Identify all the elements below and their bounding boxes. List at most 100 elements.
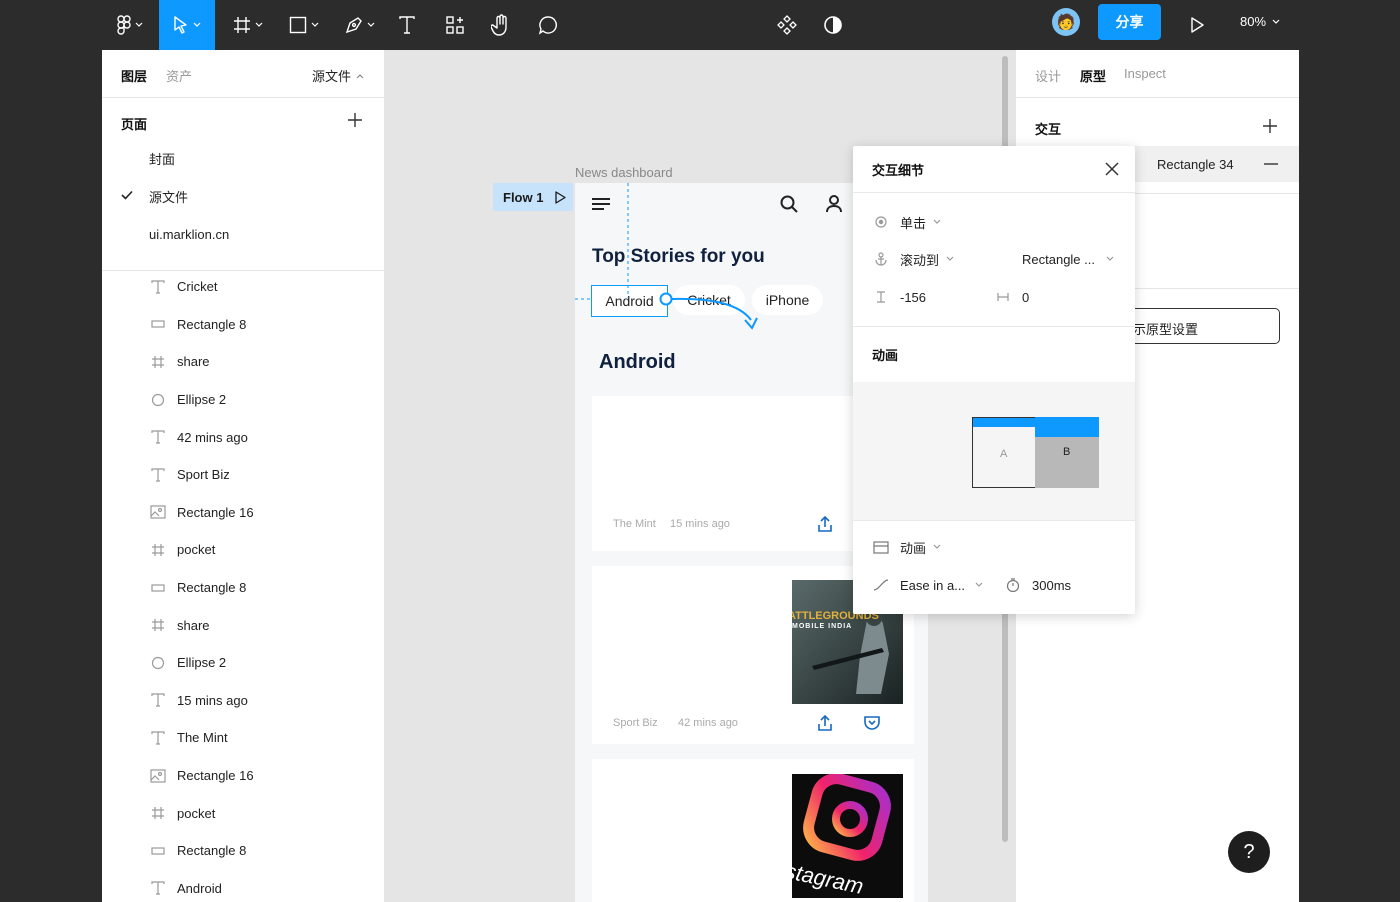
- page-item-marklion[interactable]: ui.marklion.cn: [102, 215, 384, 253]
- layer-row[interactable]: share: [102, 343, 384, 381]
- layer-row[interactable]: Rectangle 16: [102, 494, 384, 532]
- offset-x-input[interactable]: 0: [1022, 290, 1029, 305]
- share-button[interactable]: 分享: [1098, 4, 1161, 40]
- tab-inspect[interactable]: Inspect: [1124, 66, 1166, 81]
- timer-icon: [1006, 578, 1020, 592]
- destination-dropdown[interactable]: Rectangle ...: [1022, 252, 1095, 267]
- remove-interaction-icon[interactable]: [1264, 163, 1278, 165]
- layer-row[interactable]: Rectangle 8: [102, 569, 384, 607]
- trigger-label: 单击: [900, 215, 927, 231]
- layer-row[interactable]: 42 mins ago: [102, 418, 384, 456]
- shape-tool-button[interactable]: [282, 0, 326, 50]
- trigger-dropdown[interactable]: 单击: [853, 204, 1135, 240]
- layer-row[interactable]: The Mint: [102, 719, 384, 757]
- layer-label: Rectangle 8: [177, 580, 247, 596]
- action-dropdown[interactable]: 滚动到: [900, 250, 939, 269]
- trigger-click-icon: [875, 216, 887, 228]
- add-page-icon[interactable]: [347, 112, 363, 128]
- layer-row[interactable]: Cricket: [102, 268, 384, 306]
- page-label: 源文件: [149, 189, 189, 205]
- tab-design[interactable]: 设计: [1035, 66, 1061, 85]
- layer-row[interactable]: Android: [102, 870, 384, 902]
- animation-type-dropdown[interactable]: 动画: [853, 529, 1135, 565]
- chevron-down-icon: [135, 22, 143, 28]
- easing-dropdown[interactable]: Ease in a...: [900, 578, 965, 593]
- comment-tool-button[interactable]: [533, 0, 563, 50]
- layer-row[interactable]: Rectangle 8: [102, 306, 384, 344]
- animation-panel-icon: [873, 540, 889, 554]
- prototype-settings-button[interactable]: 示原型设置: [1114, 308, 1280, 344]
- layer-row[interactable]: Ellipse 2: [102, 381, 384, 419]
- present-button[interactable]: [1182, 0, 1212, 50]
- chevron-down-icon: [933, 219, 941, 225]
- layer-row[interactable]: share: [102, 606, 384, 644]
- main-menu-button[interactable]: [108, 0, 152, 50]
- hand-tool-button[interactable]: [486, 0, 516, 50]
- layer-row[interactable]: pocket: [102, 794, 384, 832]
- add-interaction-icon[interactable]: [1262, 118, 1278, 134]
- page-label: ui.marklion.cn: [149, 226, 230, 242]
- checkmark-icon: [121, 190, 133, 200]
- chevron-down-icon: [975, 582, 983, 588]
- text-icon: [150, 429, 166, 445]
- tab-assets[interactable]: 资产: [166, 66, 192, 85]
- rectangle-icon: [150, 316, 166, 332]
- layer-label: pocket: [177, 805, 216, 821]
- help-button[interactable]: ?: [1228, 831, 1270, 873]
- tab-prototype[interactable]: 原型: [1080, 66, 1106, 85]
- text-icon: [150, 730, 166, 746]
- offset-y-input[interactable]: -156: [900, 290, 926, 305]
- page-dropdown[interactable]: 源文件: [312, 66, 364, 85]
- chevron-up-icon: [356, 73, 364, 79]
- horizontal-offset-icon: [997, 292, 1009, 302]
- pages-title: 页面: [121, 117, 148, 132]
- animation-type-label: 动画: [900, 540, 927, 556]
- page-label: 封面: [149, 151, 176, 167]
- figma-logo-icon: [117, 15, 131, 35]
- pen-icon: [345, 16, 363, 34]
- layer-row[interactable]: 15 mins ago: [102, 682, 384, 720]
- components-grid-icon: [445, 15, 465, 35]
- popover-title: 交互细节: [872, 162, 925, 178]
- offset-row: -156 0: [853, 279, 1135, 315]
- layer-row[interactable]: Rectangle 8: [102, 832, 384, 870]
- move-tool-button[interactable]: [159, 0, 215, 50]
- text-tool-button[interactable]: [392, 0, 422, 50]
- layer-row[interactable]: Ellipse 2: [102, 644, 384, 682]
- page-item-cover[interactable]: 封面: [102, 139, 384, 177]
- layer-label: Cricket: [177, 279, 218, 295]
- frame-tool-button[interactable]: [226, 0, 270, 50]
- square-icon: [289, 16, 307, 34]
- page-item-source[interactable]: 源文件: [102, 177, 384, 215]
- layer-label: Rectangle 16: [177, 768, 254, 784]
- easing-curve-icon: [873, 579, 889, 591]
- top-toolbar: 🧑 分享 80%: [0, 0, 1400, 50]
- zoom-dropdown[interactable]: 80%: [1240, 14, 1280, 29]
- preview-frame-a: A: [972, 417, 1036, 488]
- popover-divider: [853, 326, 1135, 327]
- resources-tool-button[interactable]: [440, 0, 470, 50]
- layer-row[interactable]: Sport Biz: [102, 456, 384, 494]
- left-panel-tabs: 图层 资产 源文件: [102, 50, 384, 98]
- pages-header: 页面: [102, 98, 384, 144]
- duration-input[interactable]: 300ms: [1032, 578, 1071, 593]
- right-panel-tabs: 设计 原型 Inspect: [1016, 50, 1299, 98]
- contrast-icon: [823, 15, 843, 35]
- hand-icon: [491, 14, 511, 36]
- components-button[interactable]: [772, 0, 802, 50]
- layer-row[interactable]: pocket: [102, 531, 384, 569]
- chevron-down-icon: [193, 22, 201, 28]
- tab-layers[interactable]: 图层: [121, 66, 147, 85]
- chevron-down-icon: [1106, 256, 1114, 262]
- user-avatar[interactable]: 🧑: [1052, 8, 1080, 36]
- layer-row[interactable]: Rectangle 16: [102, 757, 384, 795]
- frame-hash-icon: [233, 16, 251, 34]
- ellipse-icon: [150, 392, 166, 408]
- layers-panel: 图层 资产 源文件 页面 封面 源文件 ui.marklion.cn Crick…: [102, 50, 385, 902]
- close-icon[interactable]: [1105, 162, 1119, 176]
- rectangle-icon: [150, 580, 166, 596]
- contrast-button[interactable]: [818, 0, 848, 50]
- layer-label: 42 mins ago: [177, 429, 248, 445]
- connection-node-icon[interactable]: [659, 292, 673, 306]
- pen-tool-button[interactable]: [338, 0, 382, 50]
